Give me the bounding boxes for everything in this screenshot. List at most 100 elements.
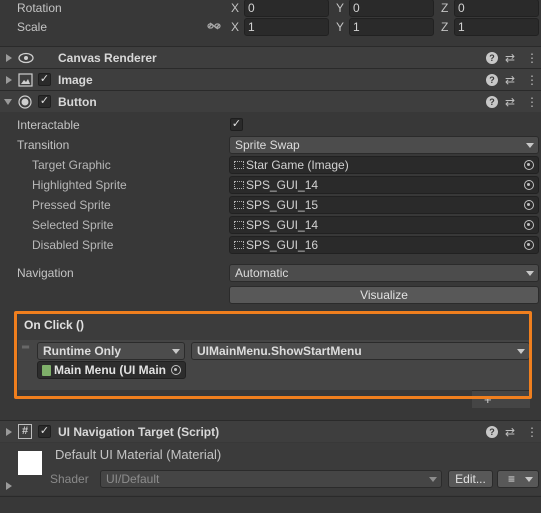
on-click-title: On Click () — [24, 318, 85, 332]
dropdown-arrow-icon — [526, 271, 534, 276]
transition-dropdown[interactable]: Sprite Swap — [229, 136, 539, 154]
nav-target-title: UI Navigation Target (Script) — [58, 425, 220, 439]
selected-sprite-field[interactable]: SPS_GUI_14 — [229, 216, 539, 234]
presets-icon[interactable]: ⇄ — [505, 73, 515, 87]
presets-icon[interactable]: ⇄ — [505, 95, 515, 109]
shader-list-button[interactable]: ≡ — [497, 470, 539, 488]
eye-icon — [18, 51, 34, 65]
foldout-arrow-icon[interactable] — [6, 76, 12, 84]
image-enabled-checkbox[interactable]: ✓ — [38, 73, 51, 86]
nav-target-enabled-checkbox[interactable]: ✓ — [38, 425, 51, 438]
on-click-header: On Click () — [18, 314, 530, 340]
scale-x-axis[interactable]: X — [231, 18, 239, 36]
target-graphic-value: Star Game (Image) — [246, 158, 349, 172]
presets-icon[interactable]: ⇄ — [505, 51, 515, 65]
selected-sprite-label: Selected Sprite — [32, 218, 114, 232]
dropdown-arrow-icon — [517, 349, 525, 354]
target-object-value: Main Menu (UI Main — [54, 363, 166, 377]
highlighted-sprite-field[interactable]: SPS_GUI_14 — [229, 176, 539, 194]
edit-shader-button[interactable]: Edit... — [448, 470, 493, 488]
help-icon[interactable]: ? — [486, 74, 498, 86]
foldout-arrow-icon[interactable] — [6, 482, 12, 490]
sprite-icon — [234, 221, 244, 229]
sprite-icon — [234, 201, 244, 209]
object-picker-icon[interactable] — [524, 240, 534, 250]
navigation-label: Navigation — [17, 266, 74, 280]
shader-label: Shader — [50, 472, 89, 486]
transition-label: Transition — [17, 138, 70, 152]
material-name: Default UI Material (Material) — [55, 447, 222, 462]
scale-x-field[interactable]: 1 — [244, 18, 329, 36]
scale-y-axis[interactable]: Y — [336, 18, 344, 36]
button-component-icon — [18, 95, 32, 109]
highlighted-sprite-value: SPS_GUI_14 — [246, 178, 319, 192]
disabled-sprite-value: SPS_GUI_16 — [246, 238, 319, 252]
rotation-y-axis[interactable]: Y — [336, 0, 344, 17]
runtime-dropdown[interactable]: Runtime Only — [37, 342, 185, 360]
nav-target-header[interactable]: # ✓ UI Navigation Target (Script) ? ⇄ ⋮ — [0, 420, 541, 442]
object-picker-icon[interactable] — [524, 200, 534, 210]
foldout-arrow-icon[interactable] — [6, 54, 12, 62]
script-icon — [42, 365, 51, 376]
interactable-label: Interactable — [17, 118, 80, 132]
list-icon: ≡ — [508, 472, 516, 486]
rotation-label: Rotation — [17, 1, 62, 15]
more-menu-icon[interactable]: ⋮ — [526, 95, 538, 109]
drag-handle-icon[interactable]: ═ — [22, 343, 30, 354]
interactable-checkbox[interactable]: ✓ — [230, 118, 243, 131]
pressed-sprite-value: SPS_GUI_15 — [246, 198, 319, 212]
foldout-arrow-icon[interactable] — [4, 99, 12, 105]
object-picker-icon[interactable] — [524, 180, 534, 190]
constrain-proportions-icon[interactable] — [207, 20, 221, 32]
dropdown-arrow-icon — [525, 477, 533, 482]
disabled-sprite-field[interactable]: SPS_GUI_16 — [229, 236, 539, 254]
dropdown-arrow-icon — [526, 143, 534, 148]
pressed-sprite-label: Pressed Sprite — [32, 198, 111, 212]
rotation-z-axis[interactable]: Z — [441, 0, 448, 17]
highlighted-sprite-label: Highlighted Sprite — [32, 178, 127, 192]
dropdown-arrow-icon — [429, 477, 437, 482]
dropdown-arrow-icon — [172, 349, 180, 354]
function-value: UIMainMenu.ShowStartMenu — [197, 344, 362, 358]
scale-z-axis[interactable]: Z — [441, 18, 448, 36]
target-graphic-label: Target Graphic — [32, 158, 111, 172]
scale-z-field[interactable]: 1 — [454, 18, 539, 36]
selected-sprite-value: SPS_GUI_14 — [246, 218, 319, 232]
shader-value: UI/Default — [106, 472, 160, 486]
button-enabled-checkbox[interactable]: ✓ — [38, 95, 51, 108]
rotation-x-field[interactable]: 0 — [244, 0, 329, 17]
help-icon[interactable]: ? — [486, 96, 498, 108]
presets-icon[interactable]: ⇄ — [505, 425, 515, 439]
button-header[interactable]: ✓ Button ? ⇄ ⋮ — [0, 90, 541, 112]
script-icon: # — [18, 424, 32, 439]
rotation-y-field[interactable]: 0 — [349, 0, 434, 17]
shader-dropdown[interactable]: UI/Default — [100, 470, 442, 488]
plus-icon: + — [484, 392, 492, 407]
image-header[interactable]: ✓ Image ? ⇄ ⋮ — [0, 68, 541, 90]
rotation-x-axis[interactable]: X — [231, 0, 239, 17]
more-menu-icon[interactable]: ⋮ — [526, 51, 538, 65]
image-component-icon — [18, 73, 33, 87]
scale-y-field[interactable]: 1 — [349, 18, 434, 36]
bottom-divider — [0, 496, 541, 497]
foldout-arrow-icon[interactable] — [6, 428, 12, 436]
visualize-button[interactable]: Visualize — [229, 286, 539, 304]
more-menu-icon[interactable]: ⋮ — [526, 425, 538, 439]
transition-value: Sprite Swap — [235, 138, 300, 152]
more-menu-icon[interactable]: ⋮ — [526, 73, 538, 87]
object-picker-icon[interactable] — [524, 220, 534, 230]
object-picker-icon[interactable] — [524, 160, 534, 170]
canvas-renderer-header[interactable]: Canvas Renderer ? ⇄ ⋮ — [0, 46, 541, 68]
rotation-z-field[interactable]: 0 — [454, 0, 539, 17]
help-icon[interactable]: ? — [486, 426, 498, 438]
pressed-sprite-field[interactable]: SPS_GUI_15 — [229, 196, 539, 214]
sprite-icon — [234, 181, 244, 189]
navigation-dropdown[interactable]: Automatic — [229, 264, 539, 282]
target-object-field[interactable]: Main Menu (UI Main — [37, 361, 186, 379]
object-picker-icon[interactable] — [171, 365, 181, 375]
help-icon[interactable]: ? — [486, 52, 498, 64]
add-listener-button[interactable]: + — [472, 390, 530, 408]
function-dropdown[interactable]: UIMainMenu.ShowStartMenu — [191, 342, 530, 360]
canvas-renderer-title: Canvas Renderer — [58, 51, 157, 65]
target-graphic-field[interactable]: Star Game (Image) — [229, 156, 539, 174]
